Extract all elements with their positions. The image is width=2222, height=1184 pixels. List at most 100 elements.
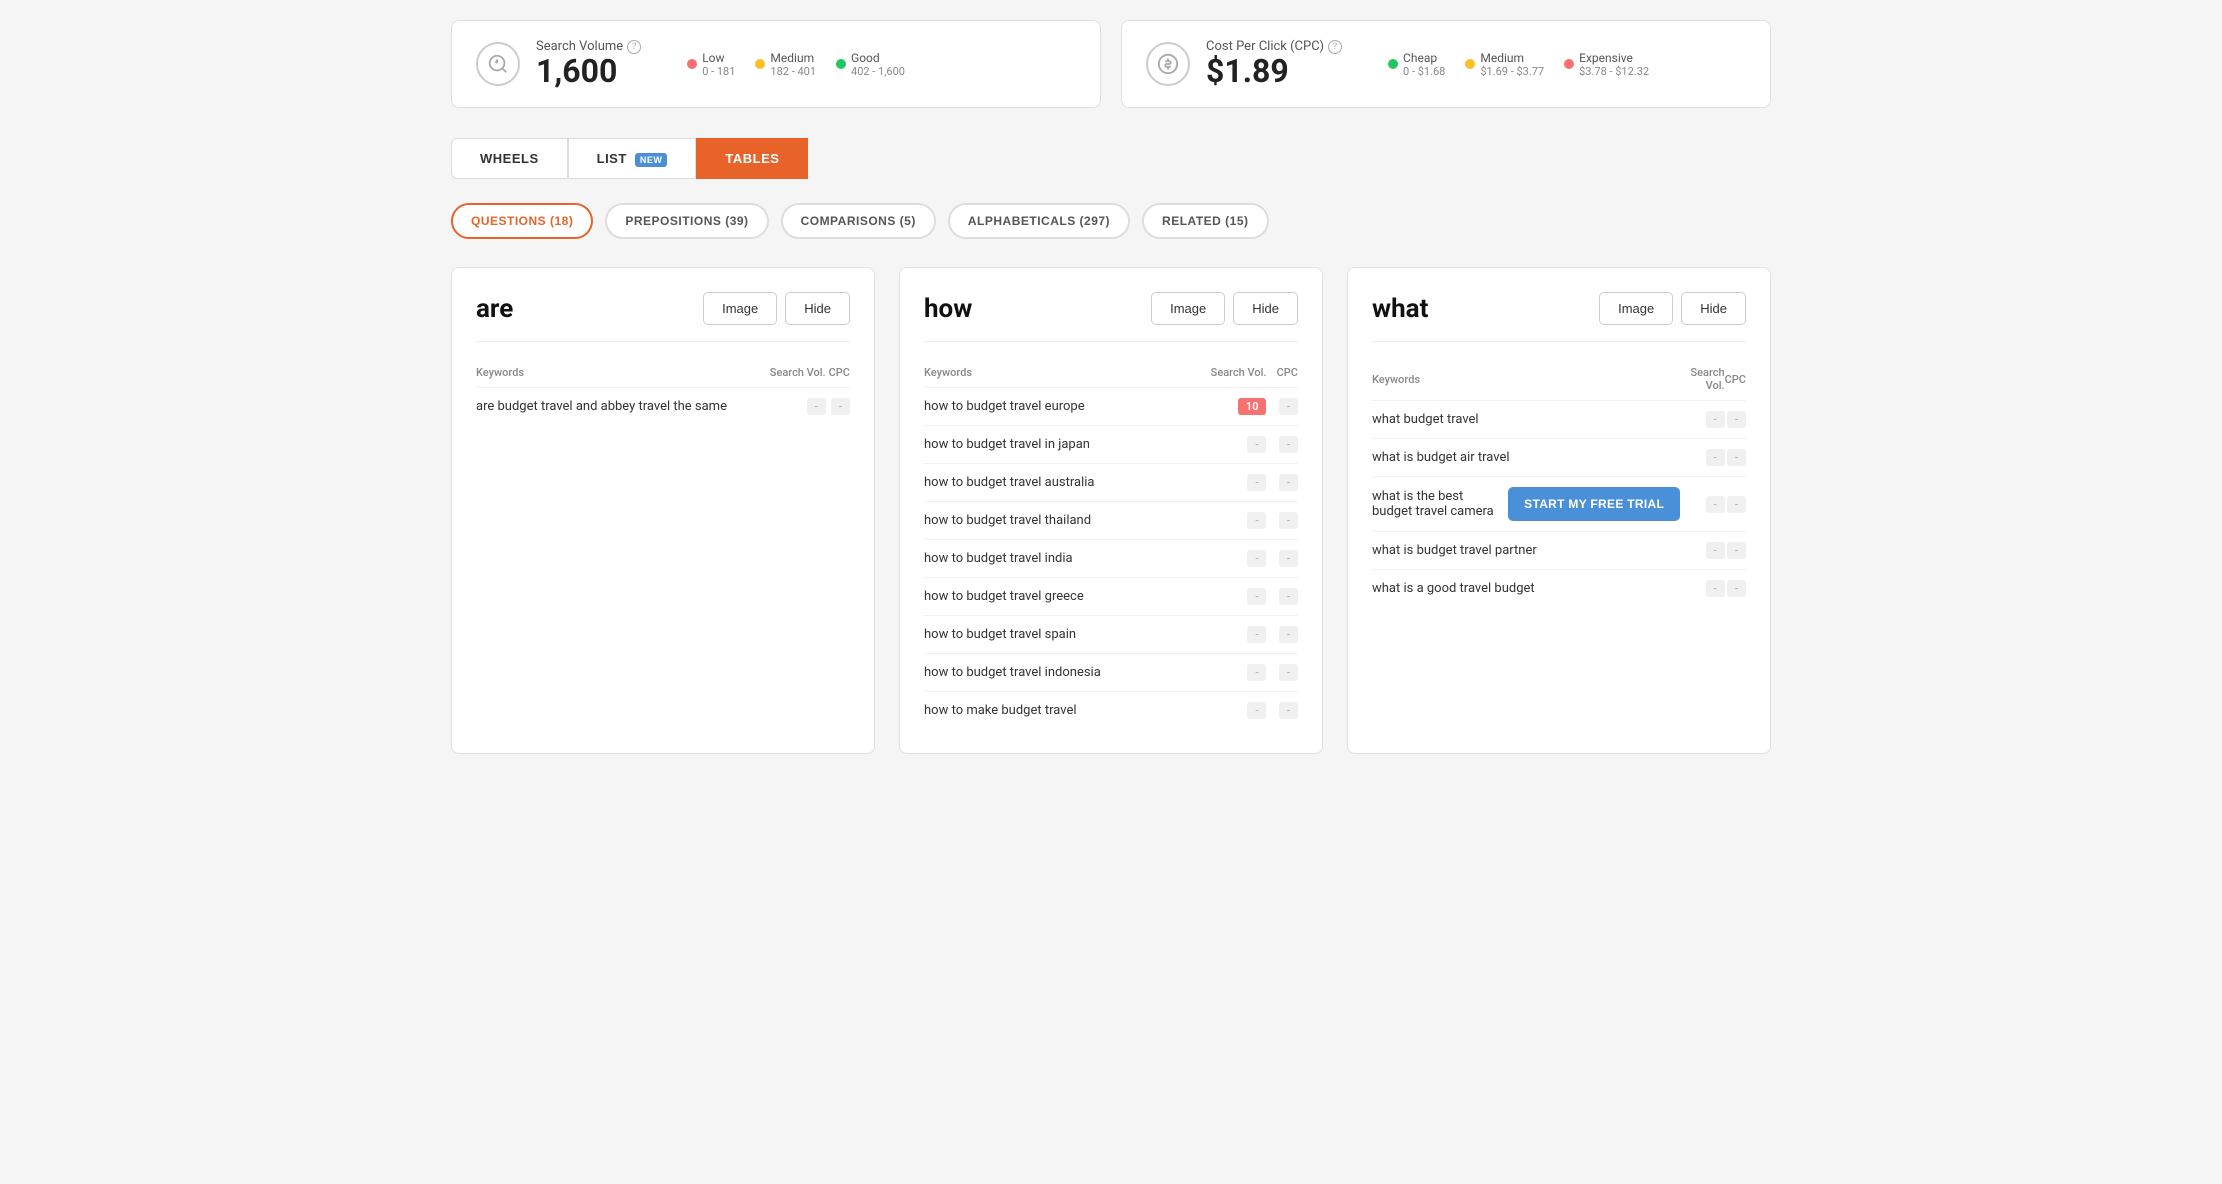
- table-row: how to budget travel spain--: [924, 616, 1298, 654]
- filter-prepositions[interactable]: PREPOSITIONS (39): [605, 203, 768, 239]
- legend-item-expensive: Expensive $3.78 - $12.32: [1564, 51, 1649, 78]
- filter-questions[interactable]: QUESTIONS (18): [451, 203, 593, 239]
- cpc-cell: -: [1266, 540, 1298, 578]
- filter-comparisons[interactable]: COMPARISONS (5): [781, 203, 936, 239]
- col-cpc-what: CPC: [1725, 362, 1746, 401]
- keyword-cell: what is budget travel partner: [1372, 532, 1680, 570]
- tab-wheels[interactable]: WHEELS: [451, 138, 568, 179]
- cpc-cell: -: [1725, 477, 1746, 532]
- cpc-cell: -: [1725, 401, 1746, 439]
- legend-item-medium-cpc: Medium $1.69 - $3.77: [1465, 51, 1544, 78]
- keyword-cell: how to budget travel europe: [924, 388, 1184, 426]
- card-what-hide-btn[interactable]: Hide: [1681, 292, 1746, 325]
- card-how-title: how: [924, 294, 972, 324]
- table-row: how to budget travel indonesia--: [924, 654, 1298, 692]
- keyword-cell: how to budget travel thailand: [924, 502, 1184, 540]
- vol-cell: -: [1184, 540, 1266, 578]
- legend-dot-medium: [755, 59, 765, 69]
- col-searchvol-are: Search Vol.: [762, 362, 826, 388]
- vol-cell: -: [1184, 464, 1266, 502]
- cpc-cell: -: [1725, 532, 1746, 570]
- search-volume-help-icon[interactable]: ?: [627, 40, 641, 54]
- card-how-table: Keywords Search Vol. CPC how to budget t…: [924, 362, 1298, 729]
- keyword-cell: how to budget travel indonesia: [924, 654, 1184, 692]
- cpc-cell: -: [1266, 464, 1298, 502]
- keyword-cell: what is budget air travel: [1372, 439, 1680, 477]
- keyword-cell: how to budget travel australia: [924, 464, 1184, 502]
- start-trial-button[interactable]: START MY FREE TRIAL: [1508, 487, 1680, 521]
- search-volume-card: Search Volume ? 1,600 Low 0 - 181 Medium: [451, 20, 1101, 108]
- cpc-icon: [1146, 42, 1190, 86]
- tab-list[interactable]: LIST NEW: [568, 138, 697, 179]
- vol-cell: -: [1680, 570, 1725, 608]
- table-row: how to budget travel europe10-: [924, 388, 1298, 426]
- card-are-table: Keywords Search Vol. CPC are budget trav…: [476, 362, 850, 425]
- keyword-cell: what budget travel: [1372, 401, 1680, 439]
- card-what-header: what Image Hide: [1372, 292, 1746, 342]
- table-row: how to budget travel india--: [924, 540, 1298, 578]
- col-keywords-what: Keywords: [1372, 362, 1680, 401]
- keyword-cell: what is the best budget travel cameraSTA…: [1372, 477, 1680, 532]
- cpc-cell: -: [1725, 439, 1746, 477]
- keyword-cell: are budget travel and abbey travel the s…: [476, 388, 762, 426]
- keyword-cell: how to budget travel india: [924, 540, 1184, 578]
- vol-cell: -: [1184, 426, 1266, 464]
- legend-dot-low: [687, 59, 697, 69]
- cpc-value: $1.89: [1206, 54, 1342, 89]
- table-row: what is a good travel budget--: [1372, 570, 1746, 608]
- table-row: what is the best budget travel cameraSTA…: [1372, 477, 1746, 532]
- table-row: how to budget travel thailand--: [924, 502, 1298, 540]
- tab-tables[interactable]: TABLES: [696, 138, 808, 179]
- vol-cell: 10: [1184, 388, 1266, 426]
- card-how-actions: Image Hide: [1151, 292, 1298, 325]
- table-row: what budget travel--: [1372, 401, 1746, 439]
- card-are-image-btn[interactable]: Image: [703, 292, 777, 325]
- legend-item-cheap: Cheap 0 - $1.68: [1388, 51, 1445, 78]
- legend-dot-good: [836, 59, 846, 69]
- cpc-cell: -: [1266, 654, 1298, 692]
- table-row: how to budget travel australia--: [924, 464, 1298, 502]
- keyword-cell: how to make budget travel: [924, 692, 1184, 730]
- cpc-help-icon[interactable]: ?: [1328, 40, 1342, 54]
- table-row: how to budget travel greece--: [924, 578, 1298, 616]
- cpc-cell: -: [1266, 502, 1298, 540]
- vol-cell: -: [1184, 578, 1266, 616]
- legend-item-good: Good 402 - 1,600: [836, 51, 905, 78]
- legend-item-medium: Medium 182 - 401: [755, 51, 816, 78]
- new-badge: NEW: [635, 153, 668, 167]
- filter-alphabeticals[interactable]: ALPHABETICALS (297): [948, 203, 1130, 239]
- keyword-cell: how to budget travel greece: [924, 578, 1184, 616]
- table-row: what is budget travel partner--: [1372, 532, 1746, 570]
- vol-cell: -: [1680, 532, 1725, 570]
- search-volume-icon: [476, 42, 520, 86]
- table-row: how to budget travel in japan--: [924, 426, 1298, 464]
- search-volume-main: Search Volume ? 1,600: [536, 39, 641, 89]
- vol-cell: -: [1184, 616, 1266, 654]
- inline-trial-wrapper: what is the best budget travel cameraSTA…: [1372, 487, 1680, 521]
- keyword-cell: how to budget travel in japan: [924, 426, 1184, 464]
- vol-cell: -: [1184, 692, 1266, 730]
- vol-cell: -: [1680, 439, 1725, 477]
- legend-dot-medium-cpc: [1465, 59, 1475, 69]
- card-what-table: Keywords Search Vol. CPC what budget tra…: [1372, 362, 1746, 607]
- card-how-image-btn[interactable]: Image: [1151, 292, 1225, 325]
- card-how-hide-btn[interactable]: Hide: [1233, 292, 1298, 325]
- cpc-cell: -: [1266, 578, 1298, 616]
- card-how: how Image Hide Keywords Search Vol. CPC …: [899, 267, 1323, 754]
- col-searchvol-how: Search Vol.: [1184, 362, 1266, 388]
- search-volume-legend: Low 0 - 181 Medium 182 - 401 Good 402: [687, 51, 905, 78]
- keyword-cell: what is a good travel budget: [1372, 570, 1680, 608]
- vol-cell: -: [1184, 502, 1266, 540]
- card-are-title: are: [476, 294, 513, 324]
- filter-pills: QUESTIONS (18) PREPOSITIONS (39) COMPARI…: [451, 203, 1771, 239]
- card-what-image-btn[interactable]: Image: [1599, 292, 1673, 325]
- card-are-hide-btn[interactable]: Hide: [785, 292, 850, 325]
- search-volume-value: 1,600: [536, 54, 641, 89]
- filter-related[interactable]: RELATED (15): [1142, 203, 1268, 239]
- cpc-cell: -: [1725, 570, 1746, 608]
- legend-item-low: Low 0 - 181: [687, 51, 735, 78]
- col-keywords-how: Keywords: [924, 362, 1184, 388]
- card-are: are Image Hide Keywords Search Vol. CPC …: [451, 267, 875, 754]
- vol-cell: -: [1680, 477, 1725, 532]
- cpc-cell: -: [1266, 426, 1298, 464]
